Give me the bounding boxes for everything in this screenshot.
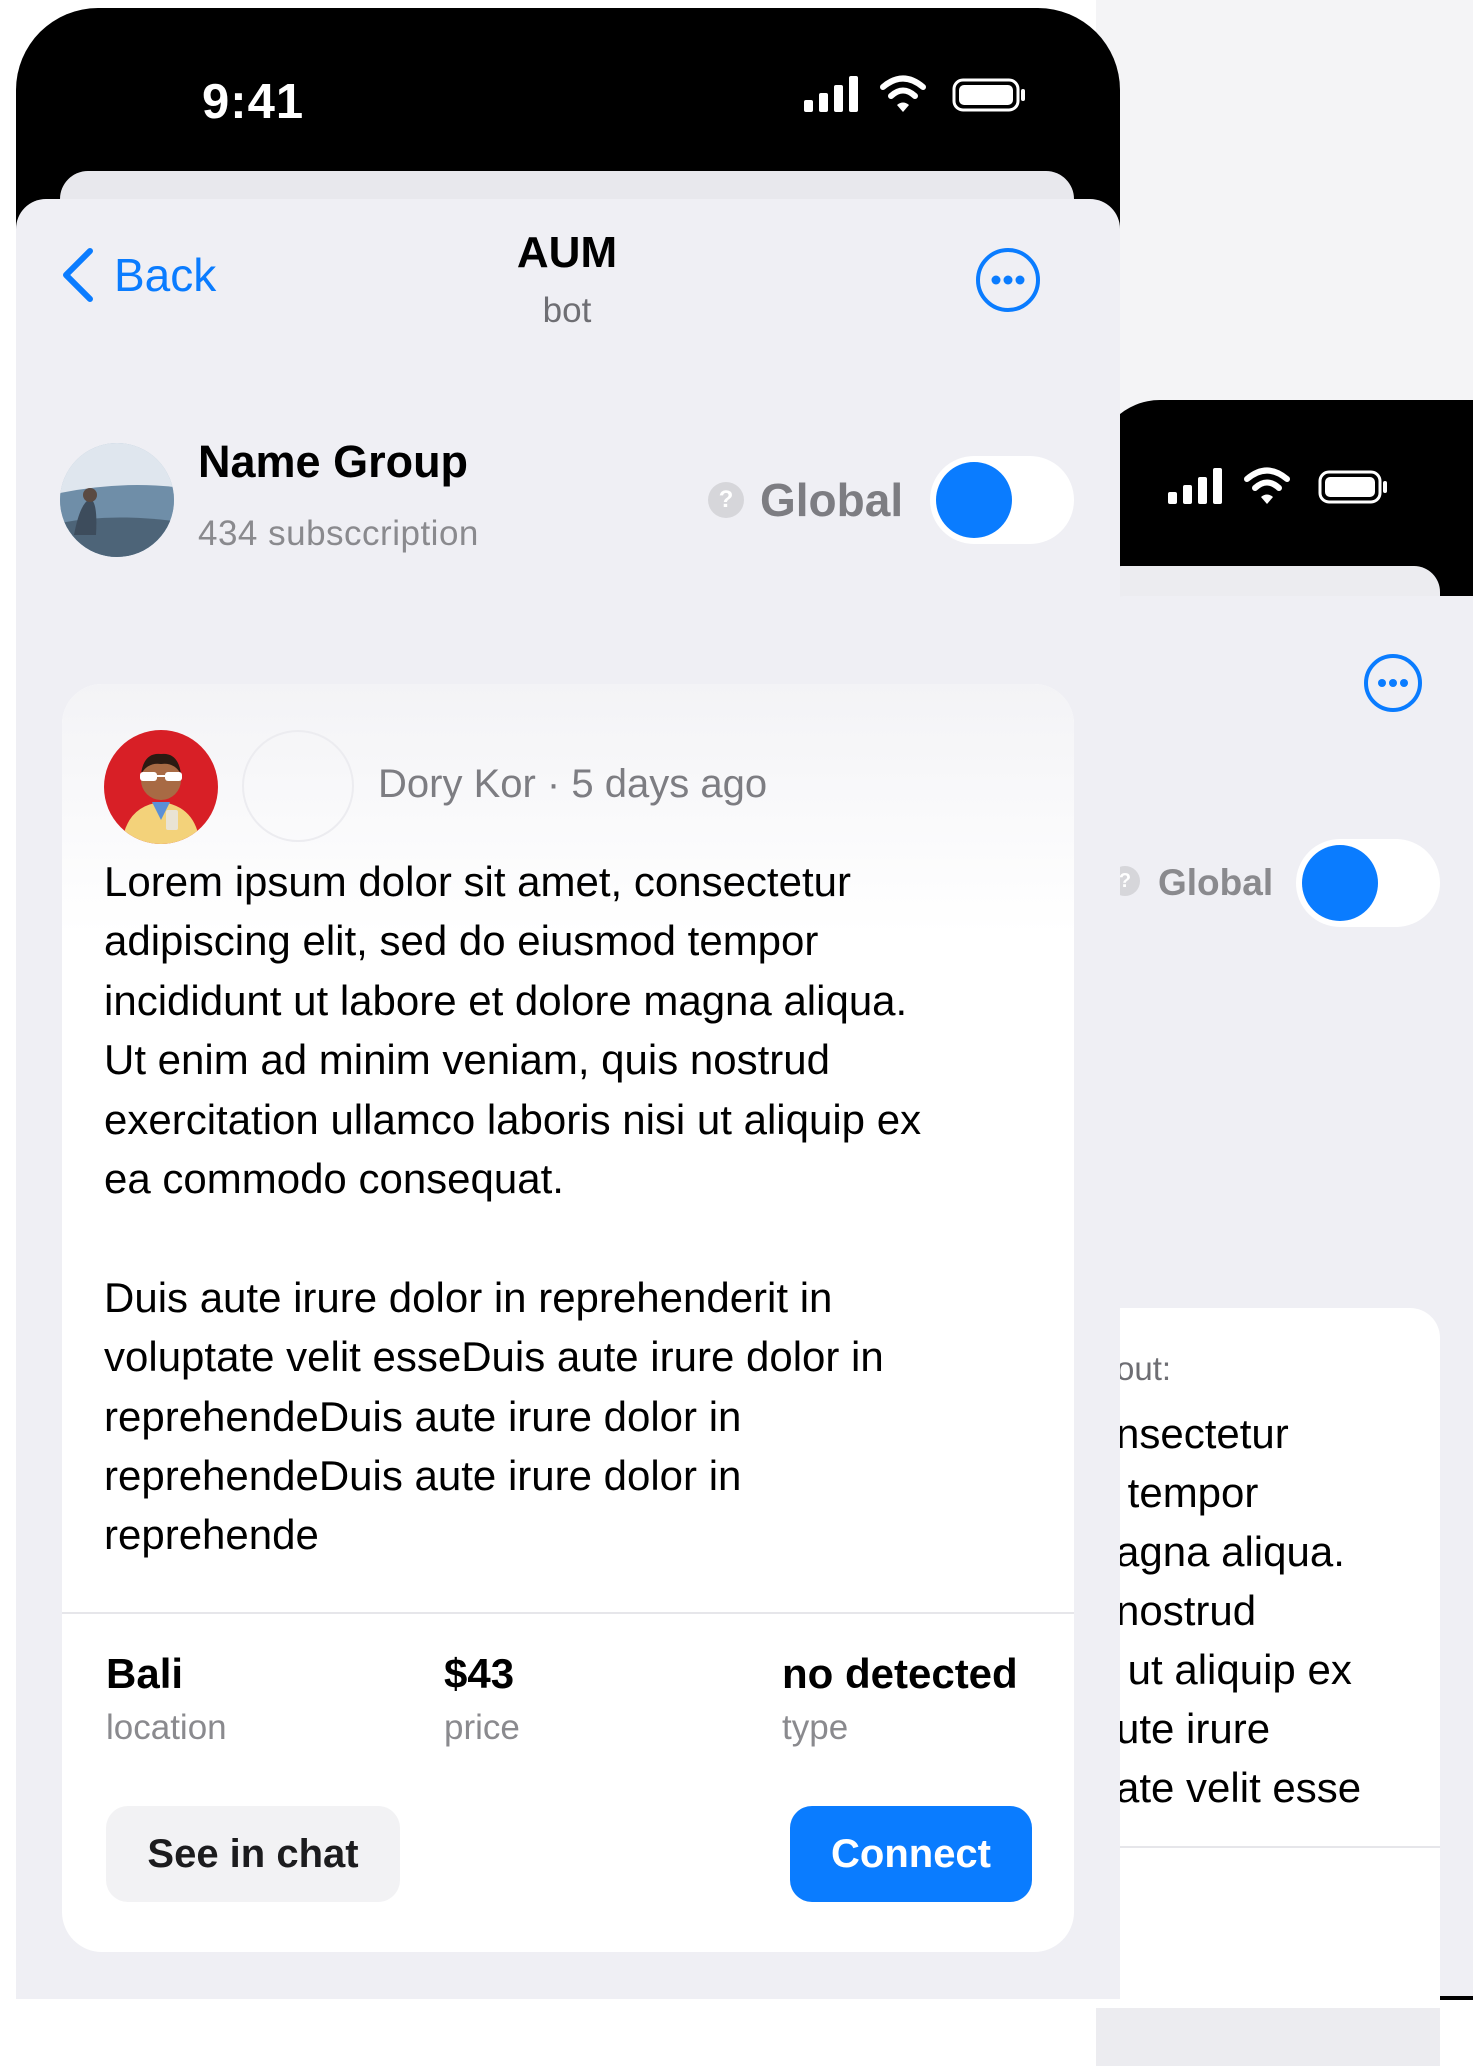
background-more-button[interactable] [1364,654,1422,712]
see-in-chat-button[interactable]: See in chat [106,1806,400,1902]
stat-value: Bali [106,1650,184,1697]
back-button[interactable]: Back [60,240,216,310]
battery-icon [952,78,1025,112]
stat-label: price [444,1708,520,1747]
stat-value: no detected [782,1650,1018,1697]
status-time: 9:41 [202,75,305,129]
more-horizontal-icon [991,275,1025,285]
group-name: Name Group [198,436,469,487]
connect-button[interactable]: Connect [790,1806,1032,1902]
background-post-card: out: nsectetur tempor agna aliqua. nostr… [1096,1308,1440,2008]
background-card-text: nsectetur tempor agna aliqua. nostrud ut… [1116,1410,1362,1811]
toggle-knob [936,462,1012,538]
background-card-divider [1096,1846,1440,1848]
toggle-knob [1302,845,1378,921]
signal-icon [804,76,858,112]
group-avatar[interactable] [60,443,174,557]
stat-label: location [106,1708,227,1747]
post-author-meta: Dory Kor · 5 days ago [378,762,768,806]
page-subtitle: bot [542,291,592,330]
help-icon[interactable]: ? [708,482,744,518]
post-body: Lorem ipsum dolor sit amet, consectetur … [104,858,922,1559]
stat-location: Bali location [106,1650,227,1748]
wifi-icon [880,75,926,112]
global-toggle[interactable] [930,456,1074,544]
more-button[interactable] [976,248,1040,312]
post-card: Dory Kor · 5 days ago Lorem ipsum dolor … [62,684,1074,1952]
group-subscriptions: 434 subsccription [198,514,479,553]
background-global-toggle[interactable] [1296,839,1440,927]
avatar-placeholder [242,730,354,842]
stat-label: type [782,1708,849,1747]
stat-value: $43 [444,1650,515,1697]
page-title: AUM [516,228,618,277]
stat-price: $43 price [444,1650,520,1748]
wifi-icon [1244,467,1290,504]
signal-icon [1168,468,1222,504]
card-divider [62,1612,1074,1614]
background-card-label: out: [1116,1350,1172,1387]
battery-icon [1318,470,1387,504]
global-label: Global [760,474,904,526]
stat-type: no detected type [782,1650,1018,1748]
more-horizontal-icon [1378,679,1408,687]
author-avatar[interactable] [104,730,218,844]
background-global-label: Global [1158,862,1274,903]
back-label: Back [114,249,217,301]
chevron-left-icon [63,248,93,302]
